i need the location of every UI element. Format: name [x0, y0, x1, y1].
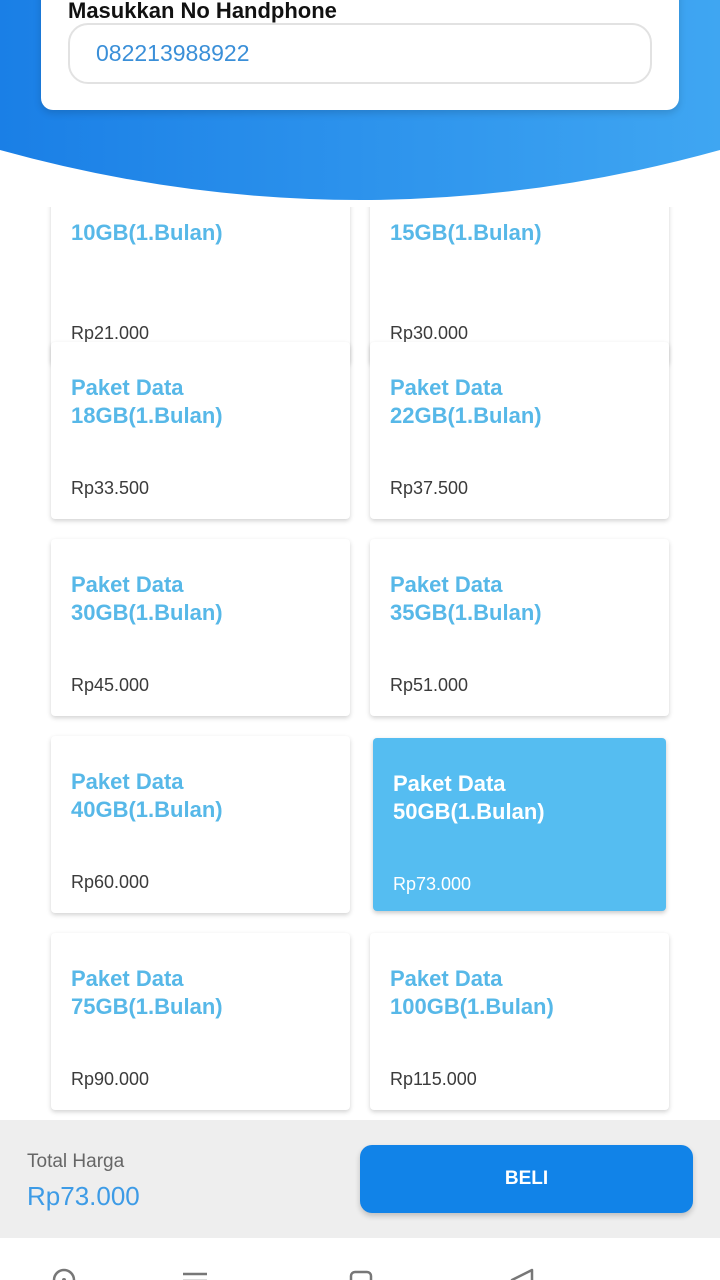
package-title: 10GB(1.Bulan) — [71, 220, 223, 245]
menu-icon[interactable] — [181, 1266, 209, 1280]
package-card[interactable]: Paket Data 75GB(1.Bulan) Rp90.000 — [51, 933, 350, 1110]
package-card[interactable]: Paket Data 22GB(1.Bulan) Rp37.500 — [370, 342, 669, 519]
package-card[interactable]: Paket Data 30GB(1.Bulan) Rp45.000 — [51, 539, 350, 716]
package-price: Rp73.000 — [393, 874, 472, 894]
package-title: Paket Data 40GB(1.Bulan) — [71, 769, 223, 822]
phone-input[interactable] — [68, 23, 652, 84]
package-title: Paket Data 18GB(1.Bulan) — [71, 375, 223, 428]
package-card[interactable]: Paket Data 50GB(1.Bulan) Rp73.000 — [373, 738, 666, 911]
package-price: Rp33.500 — [71, 478, 150, 498]
package-title: Paket Data 100GB(1.Bulan) — [390, 966, 554, 1019]
package-price: Rp21.000 — [71, 323, 150, 343]
package-title: Paket Data 50GB(1.Bulan) — [393, 771, 545, 824]
total-label: Total Harga — [27, 1151, 125, 1172]
package-price: Rp30.000 — [390, 323, 469, 343]
package-price: Rp45.000 — [71, 675, 150, 695]
package-title: Paket Data 75GB(1.Bulan) — [71, 966, 223, 1019]
package-title: Paket Data 22GB(1.Bulan) — [390, 375, 542, 428]
package-card[interactable]: Paket Data 40GB(1.Bulan) Rp60.000 — [51, 736, 350, 913]
package-card[interactable]: Paket Data 18GB(1.Bulan) Rp33.500 — [51, 342, 350, 519]
package-card[interactable]: 10GB(1.Bulan) Rp21.000 — [51, 207, 350, 364]
home-icon[interactable] — [50, 1266, 78, 1280]
package-price: Rp37.500 — [390, 478, 469, 498]
package-price: Rp90.000 — [71, 1069, 150, 1089]
system-navbar — [0, 1238, 720, 1280]
package-price: Rp115.000 — [390, 1069, 477, 1089]
package-title: Paket Data 30GB(1.Bulan) — [71, 572, 223, 625]
package-card[interactable]: Paket Data 35GB(1.Bulan) Rp51.000 — [370, 539, 669, 716]
footer-bar: Total Harga Rp73.000 BELI — [0, 1120, 720, 1238]
package-card[interactable]: 15GB(1.Bulan) Rp30.000 — [370, 207, 669, 364]
total-value: Rp73.000 — [27, 1181, 140, 1211]
package-grid: 10GB(1.Bulan) Rp21.000 15GB(1.Bulan) Rp30.0… — [0, 207, 720, 1120]
phone-label: Masukkan No Handphone — [68, 0, 337, 23]
package-price: Rp60.000 — [71, 872, 150, 892]
back-icon[interactable] — [508, 1266, 536, 1280]
square-icon[interactable] — [347, 1266, 375, 1280]
package-price: Rp51.000 — [390, 675, 469, 695]
package-title: 15GB(1.Bulan) — [390, 220, 542, 245]
buy-button[interactable]: BELI — [360, 1145, 693, 1213]
package-title: Paket Data 35GB(1.Bulan) — [390, 572, 542, 625]
phone-card: Masukkan No Handphone — [41, 0, 679, 110]
package-card[interactable]: Paket Data 100GB(1.Bulan) Rp115.000 — [370, 933, 669, 1110]
